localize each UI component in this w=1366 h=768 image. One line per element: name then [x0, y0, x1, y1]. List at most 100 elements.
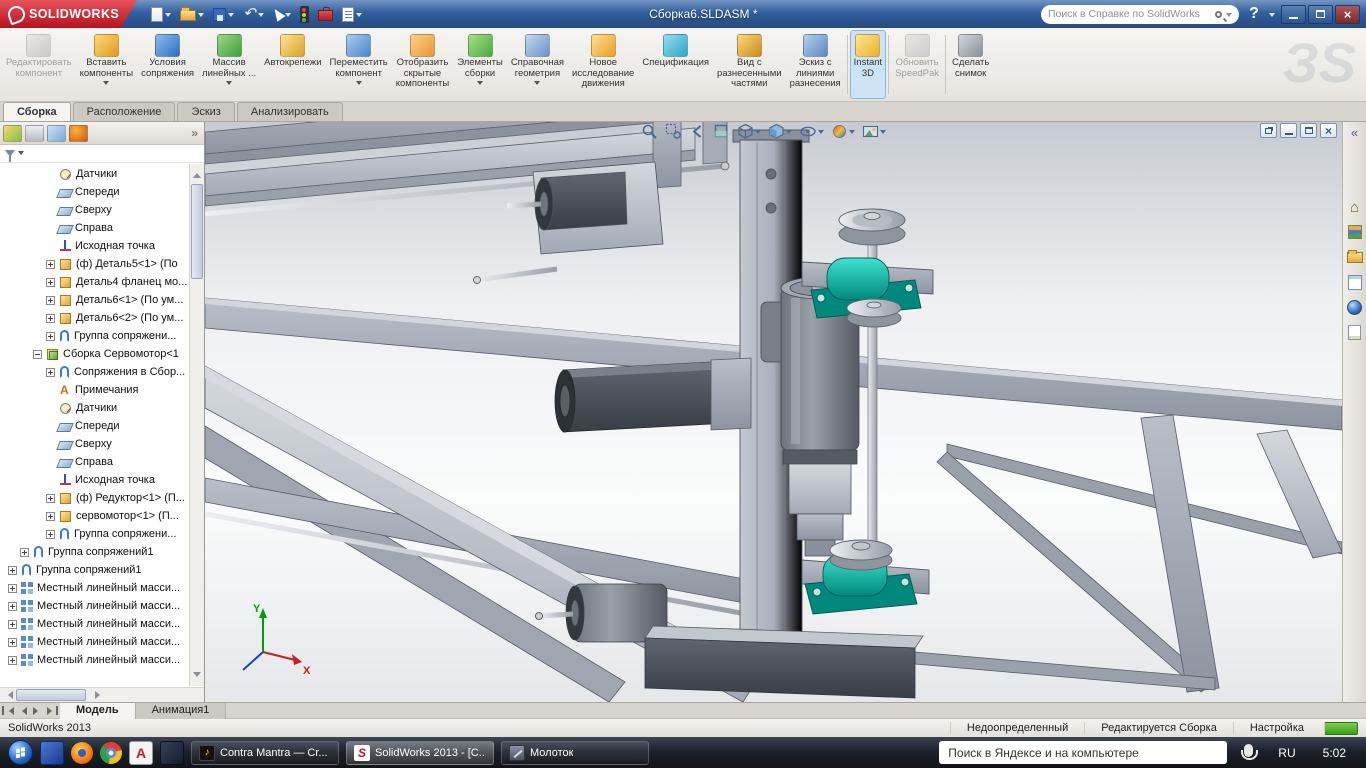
maximize-button[interactable] — [1308, 4, 1333, 24]
minimize-button[interactable] — [1281, 4, 1306, 24]
resources-home-icon[interactable] — [1346, 198, 1364, 216]
tree-item-part[interactable]: (ф) Редуктор<1> (П... — [0, 489, 188, 507]
tree-item-pattern[interactable]: Местный линейный масси... — [0, 597, 188, 615]
help-search-input[interactable] — [1048, 8, 1211, 20]
taskbar-item-solidworks[interactable]: SolidWorks 2013 - [C... — [346, 740, 494, 765]
new-document-button[interactable] — [147, 3, 175, 25]
apply-scene-button[interactable] — [862, 123, 886, 140]
assembly-model[interactable]: Y X — [205, 122, 1342, 702]
tree-item-mates-group[interactable]: Группа сопряжений1 — [0, 543, 188, 561]
tree-item-origin[interactable]: Исходная точка — [0, 471, 188, 489]
graphics-area[interactable]: Y X — [205, 122, 1342, 702]
scroll-up-icon[interactable] — [193, 169, 201, 178]
taskpane-collapse-icon[interactable] — [1351, 126, 1358, 139]
bill-of-materials-button[interactable]: Спецификация — [638, 30, 713, 99]
tree-item-pattern[interactable]: Местный линейный масси... — [0, 633, 188, 651]
tab-sketch[interactable]: Эскиз — [177, 102, 235, 121]
tab-assembly[interactable]: Сборка — [3, 102, 71, 121]
restore-document-button[interactable] — [1300, 123, 1317, 138]
expand-icon[interactable] — [46, 259, 55, 269]
edit-appearance-button[interactable] — [831, 123, 855, 140]
yandex-search-box[interactable] — [939, 741, 1228, 764]
reference-geometry-button[interactable]: Справочная геометрия — [507, 30, 568, 99]
section-view-button[interactable] — [713, 123, 730, 140]
pinned-app-icon[interactable] — [40, 740, 64, 765]
tree-item-plane[interactable]: Справа — [0, 219, 188, 237]
expand-icon[interactable] — [8, 583, 17, 593]
scroll-left-icon[interactable] — [4, 691, 13, 699]
file-properties-button[interactable] — [338, 3, 366, 25]
previous-view-button[interactable] — [689, 123, 706, 140]
language-indicator[interactable]: RU — [1272, 746, 1301, 760]
expand-icon[interactable] — [8, 601, 17, 611]
tree-item-pattern[interactable]: Местный линейный масси... — [0, 651, 188, 669]
tree-item-mates-group[interactable]: Группа сопряжений1 — [0, 561, 188, 579]
zoom-area-button[interactable] — [665, 123, 682, 140]
taskbar-item-browser[interactable]: Contra Mantra — Cr... — [191, 740, 339, 765]
tree-item-plane[interactable]: Сверху — [0, 435, 188, 453]
tree-item-part[interactable]: Деталь4 фланец мо... — [0, 273, 188, 291]
tree-item-plane[interactable]: Спереди — [0, 417, 188, 435]
minimize-document-button[interactable] — [1280, 123, 1297, 138]
expand-icon[interactable] — [46, 367, 55, 377]
expand-icon[interactable] — [46, 277, 55, 287]
expand-icon[interactable] — [8, 565, 17, 575]
view-orientation-button[interactable] — [737, 123, 761, 140]
tree-horizontal-scrollbar[interactable] — [0, 687, 204, 702]
show-hidden-components-button[interactable]: Отобразить скрытые компоненты — [392, 30, 453, 99]
next-tab-button[interactable] — [30, 704, 45, 718]
open-button[interactable] — [176, 3, 208, 25]
tree-item-mates-group[interactable]: Группа сопряжени... — [0, 327, 188, 345]
help-icon[interactable] — [1245, 5, 1263, 23]
quick-tips-icon[interactable] — [1324, 721, 1358, 735]
letter-a-app-icon[interactable] — [129, 740, 153, 765]
tree-item-sensors[interactable]: Датчики — [0, 165, 188, 183]
linear-pattern-button[interactable]: Массив линейных ... — [198, 30, 260, 99]
expand-icon[interactable] — [8, 619, 17, 629]
tree-item-part[interactable]: Деталь6<1> (По ум... — [0, 291, 188, 309]
clock[interactable]: 5:02 — [1309, 746, 1358, 760]
tree-item-mates-group[interactable]: Сопряжения в Сбор... — [0, 363, 188, 381]
propertymanager-tab[interactable] — [25, 124, 44, 142]
rebuild-button[interactable] — [296, 3, 313, 25]
scrollbar-thumb[interactable] — [16, 689, 86, 701]
tree-item-annotations[interactable]: Примечания — [0, 381, 188, 399]
close-document-button[interactable] — [1320, 123, 1337, 138]
tree-item-origin[interactable]: Исходная точка — [0, 237, 188, 255]
status-customize[interactable]: Настройка — [1232, 722, 1320, 734]
expand-icon[interactable] — [46, 331, 55, 341]
explode-line-sketch-button[interactable]: Эскиз с линиями разнесения — [786, 30, 845, 99]
taskbar-item-molotok[interactable]: Молоток — [501, 740, 649, 765]
hide-show-items-button[interactable] — [799, 123, 824, 140]
microphone-icon[interactable] — [1241, 744, 1259, 760]
expand-icon[interactable] — [46, 493, 55, 503]
move-component-button[interactable]: Переместить компонент — [326, 30, 392, 99]
save-button[interactable] — [209, 3, 238, 25]
select-button[interactable] — [269, 3, 295, 25]
start-button[interactable] — [8, 740, 33, 765]
custom-properties-icon[interactable] — [1346, 323, 1364, 341]
exploded-view-button[interactable]: Вид с разнесенными частями — [713, 30, 786, 99]
prev-tab-button[interactable] — [15, 704, 30, 718]
close-button[interactable] — [1335, 4, 1360, 24]
expand-icon[interactable] — [46, 313, 55, 323]
tree-item-plane[interactable]: Спереди — [0, 183, 188, 201]
tree-item-subassembly[interactable]: Сборка Сервомотор<1 — [0, 345, 188, 363]
expand-icon[interactable] — [8, 637, 17, 647]
expand-icon[interactable] — [46, 511, 55, 521]
tree-item-part[interactable]: Деталь6<2> (По ум... — [0, 309, 188, 327]
chrome-icon[interactable] — [100, 741, 122, 764]
tree-item-pattern[interactable]: Местный линейный масси... — [0, 615, 188, 633]
new-motion-study-button[interactable]: Новое исследование движения — [568, 30, 638, 99]
tree-item-pattern[interactable]: Местный линейный масси... — [0, 579, 188, 597]
featuremanager-tab[interactable] — [3, 124, 22, 142]
tree-item-sensors[interactable]: Датчики — [0, 399, 188, 417]
file-explorer-icon[interactable] — [1346, 248, 1364, 266]
expand-icon[interactable] — [46, 295, 55, 305]
expand-icon[interactable] — [46, 529, 55, 539]
mid-motor[interactable] — [554, 357, 752, 433]
options-button[interactable] — [314, 3, 337, 25]
cascade-window-button[interactable] — [1260, 123, 1277, 138]
tree-item-mates-group[interactable]: Группа сопряжени... — [0, 525, 188, 543]
assembly-features-button[interactable]: Элементы сборки — [453, 30, 507, 99]
